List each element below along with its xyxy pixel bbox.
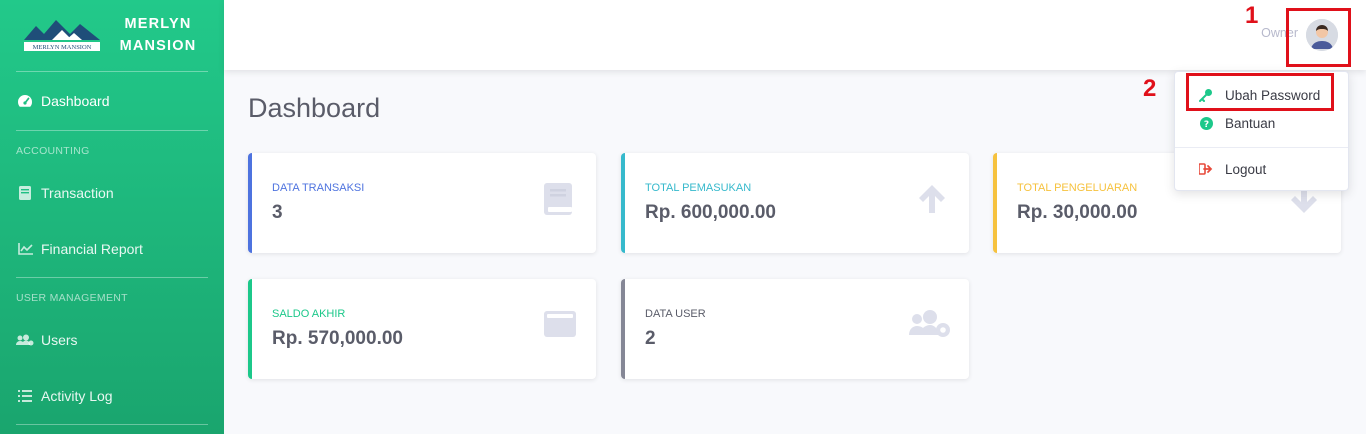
card-total-pemasukan: TOTAL PEMASUKAN Rp. 600,000.00 <box>621 153 969 253</box>
sidebar-item-activity-log[interactable]: Activity Log <box>0 368 224 424</box>
arrow-up-icon <box>917 183 949 219</box>
svg-text:?: ? <box>1203 120 1208 130</box>
sidebar-item-activity-log-label: Activity Log <box>41 388 113 404</box>
card-data-user: DATA USER 2 <box>621 279 969 379</box>
brand-logo-text: MERLYN MANSION <box>33 44 92 51</box>
sidebar-item-users-label: Users <box>41 332 78 348</box>
card-saldo-akhir: SALDO AKHIR Rp. 570,000.00 <box>248 279 596 379</box>
card-label: TOTAL PENGELUARAN <box>1017 182 1138 194</box>
menu-item-bantuan-label: Bantuan <box>1225 115 1276 131</box>
tachometer-icon <box>16 92 34 110</box>
card-value: Rp. 30,000.00 <box>1017 202 1138 223</box>
topbar: Owner <box>224 0 1366 70</box>
list-icon <box>16 387 34 405</box>
chart-line-icon <box>16 240 34 258</box>
sidebar-divider <box>16 424 208 425</box>
annotation-box-2 <box>1186 73 1334 111</box>
sign-out-icon <box>1199 162 1213 176</box>
book-icon <box>16 184 34 202</box>
card-label: DATA USER <box>645 308 706 320</box>
menu-item-logout[interactable]: Logout <box>1175 154 1348 184</box>
card-value: Rp. 600,000.00 <box>645 202 776 223</box>
card-value: 3 <box>272 202 283 223</box>
card-value: Rp. 570,000.00 <box>272 328 403 349</box>
question-circle-icon: ? <box>1199 116 1213 130</box>
brand-logo: MERLYN MANSION <box>24 19 100 51</box>
sidebar-item-dashboard[interactable]: Dashboard <box>0 72 224 130</box>
card-data-transaksi: DATA TRANSAKSI 3 <box>248 153 596 253</box>
annotation-number-2: 2 <box>1143 75 1157 102</box>
section-heading-accounting: ACCOUNTING <box>16 145 90 157</box>
brand-name: MERLYN MANSION <box>110 13 206 57</box>
sidebar-item-financial-report-label: Financial Report <box>41 241 143 257</box>
users-cog-icon <box>16 331 34 349</box>
brand-name-line1: MERLYN <box>124 16 192 32</box>
users-cog-icon <box>909 309 951 345</box>
menu-item-logout-label: Logout <box>1225 161 1267 177</box>
book-icon <box>544 183 576 219</box>
card-label: DATA TRANSAKSI <box>272 182 365 194</box>
annotation-number-1: 1 <box>1245 2 1259 29</box>
sidebar-item-transaction[interactable]: Transaction <box>0 165 224 221</box>
page-title: Dashboard <box>248 93 381 123</box>
menu-item-bantuan[interactable]: ? Bantuan <box>1175 108 1348 138</box>
brand-name-line2: MANSION <box>119 38 197 54</box>
card-value: 2 <box>645 328 656 349</box>
sidebar-item-transaction-label: Transaction <box>41 185 114 201</box>
brand[interactable]: MERLYN MANSION MERLYN MANSION <box>0 0 224 71</box>
annotation-box-1 <box>1286 8 1351 67</box>
sidebar-item-users[interactable]: Users <box>0 312 224 368</box>
sidebar-item-dashboard-label: Dashboard <box>41 93 110 109</box>
dropdown-divider <box>1175 147 1348 148</box>
wallet-icon <box>544 309 576 345</box>
card-label: TOTAL PEMASUKAN <box>645 182 752 194</box>
sidebar: MERLYN MANSION MERLYN MANSION Dashboard … <box>0 0 224 434</box>
card-label: SALDO AKHIR <box>272 308 346 320</box>
sidebar-item-financial-report[interactable]: Financial Report <box>0 221 224 277</box>
section-heading-user-management: USER MANAGEMENT <box>16 292 128 304</box>
